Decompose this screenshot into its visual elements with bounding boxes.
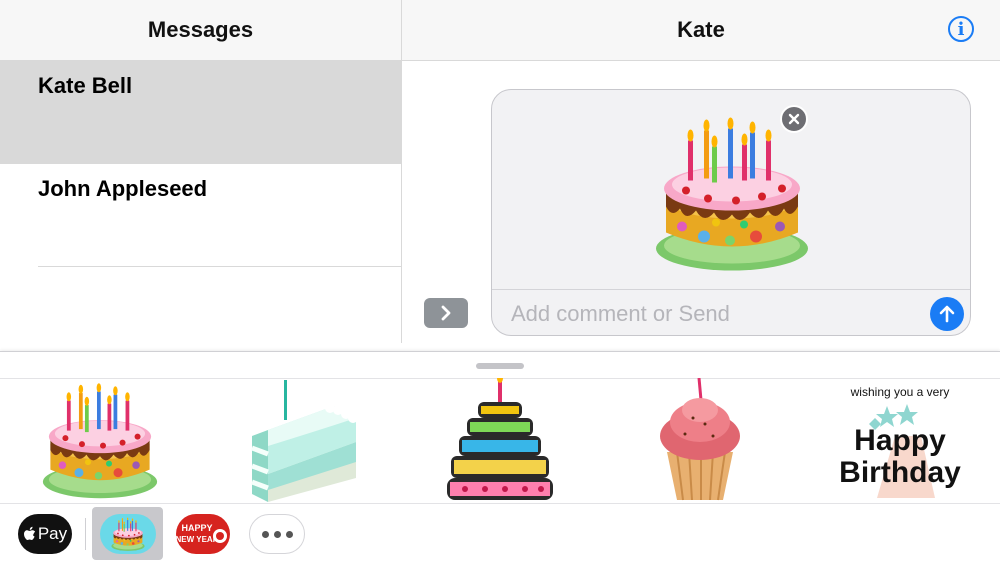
- row-divider: [38, 266, 401, 267]
- drawer-grabber[interactable]: [476, 363, 524, 369]
- happy-new-year-app-icon[interactable]: HAPPY NEW YEAR: [176, 514, 230, 554]
- sticker-text-birthday: Birthday: [839, 456, 961, 489]
- comment-input[interactable]: [509, 298, 923, 330]
- sticker-text-happy: Happy: [854, 424, 946, 457]
- tiered-cake-sticker-image: [447, 378, 553, 500]
- sticker-cupcake[interactable]: [600, 378, 800, 502]
- sticker-drawer: wishing you a very Happy Birthday Pay HA…: [0, 351, 1000, 564]
- sticker-birthday-cake[interactable]: [0, 378, 200, 502]
- cake-app-image: [110, 517, 145, 551]
- info-circle-icon[interactable]: i: [948, 16, 974, 42]
- birthday-cake-app-icon[interactable]: [92, 507, 163, 560]
- ellipsis-icon: [285, 530, 293, 538]
- conversation-row-john-appleseed[interactable]: John Appleseed: [0, 164, 401, 267]
- birthday-cake-sticker-image: [42, 383, 158, 499]
- ellipsis-icon: [273, 530, 281, 538]
- app-text-new-year: NEW YEAR: [176, 535, 219, 544]
- drawer-divider: [0, 503, 1000, 504]
- close-icon: [788, 113, 800, 125]
- contact-name: John Appleseed: [38, 176, 208, 201]
- sticker-cake-slice[interactable]: [200, 378, 400, 502]
- cake-slice-sticker-image: [251, 380, 358, 502]
- happy-birthday-sticker-image: wishing you a very Happy Birthday: [839, 385, 961, 498]
- birthday-cake-sticker: [656, 117, 808, 271]
- new-year-app-image: HAPPY NEW YEAR: [176, 523, 227, 544]
- contact-name: Kate Bell: [38, 73, 133, 98]
- sticker-happy-birthday[interactable]: wishing you a very Happy Birthday: [800, 378, 1000, 502]
- apple-logo-icon: [23, 526, 36, 541]
- more-apps-button[interactable]: [249, 514, 305, 554]
- conversation-row-kate-bell[interactable]: Kate Bell: [0, 61, 401, 164]
- sticker-text-wish: wishing you a very: [850, 385, 950, 399]
- messages-title: Messages: [0, 0, 401, 61]
- compose-divider: [492, 289, 970, 290]
- tray-divider: [85, 518, 86, 550]
- sticker-tiered-cake[interactable]: [400, 378, 600, 502]
- arrow-up-icon: [939, 305, 955, 323]
- expand-apps-button[interactable]: [424, 298, 468, 328]
- app-text-happy: HAPPY: [181, 523, 212, 533]
- apple-pay-button[interactable]: Pay: [18, 514, 72, 554]
- cupcake-sticker-image: [660, 378, 740, 501]
- apple-pay-label: Pay: [37, 524, 68, 543]
- chevron-right-icon: [441, 305, 451, 321]
- send-button[interactable]: [930, 297, 964, 331]
- remove-attachment-button[interactable]: [780, 105, 808, 133]
- ellipsis-icon: [261, 530, 269, 538]
- compose-field[interactable]: [491, 89, 971, 336]
- conversation-title: Kate: [402, 0, 1000, 61]
- cake-app-badge: [99, 513, 156, 554]
